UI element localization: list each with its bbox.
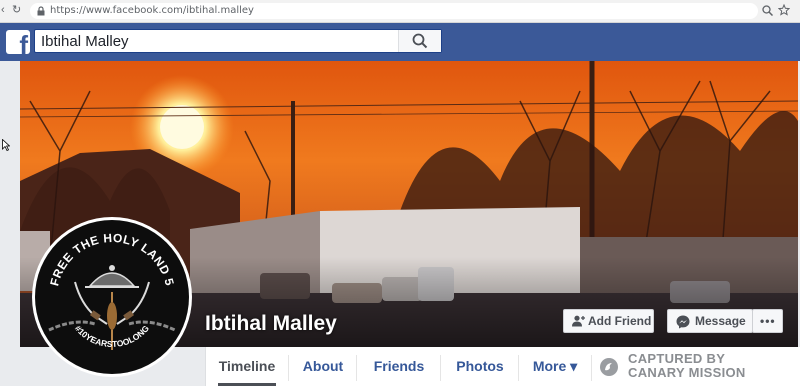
mouse-cursor-icon bbox=[2, 139, 10, 151]
address-bar[interactable]: https://www.facebook.com/ibtihal.malley bbox=[30, 3, 758, 19]
url-text: https://www.facebook.com/ibtihal.malley bbox=[50, 5, 254, 16]
reload-icon[interactable]: ↻ bbox=[12, 3, 21, 17]
add-friend-button[interactable]: Add Friend bbox=[563, 309, 654, 333]
tab-divider bbox=[356, 355, 357, 381]
messenger-icon bbox=[676, 315, 690, 329]
tab-photos-label: Photos bbox=[456, 358, 504, 374]
message-label: Message bbox=[695, 314, 746, 328]
facebook-logo[interactable]: f bbox=[6, 30, 30, 54]
watermark-line-1: CAPTURED BY bbox=[628, 351, 726, 366]
back-arrow-icon[interactable]: ‹ bbox=[1, 3, 5, 17]
add-friend-icon bbox=[572, 315, 585, 327]
tab-divider bbox=[518, 355, 519, 381]
tab-friends-label: Friends bbox=[373, 358, 425, 374]
tab-timeline[interactable]: Timeline bbox=[206, 347, 288, 386]
canary-mission-icon bbox=[600, 358, 618, 376]
tab-more[interactable]: More ▾ bbox=[520, 347, 590, 386]
tab-more-label: More ▾ bbox=[532, 358, 578, 374]
tab-timeline-label: Timeline bbox=[218, 358, 276, 374]
tab-divider bbox=[591, 355, 592, 381]
zoom-icon[interactable] bbox=[762, 5, 773, 16]
add-friend-label: Add Friend bbox=[588, 314, 652, 328]
message-button[interactable]: Message bbox=[667, 309, 753, 333]
avatar[interactable]: FREE THE HOLY LAND 5 #10YEARSTOOLONG bbox=[32, 217, 192, 377]
bookmark-star-icon[interactable] bbox=[778, 4, 790, 16]
page-margin bbox=[0, 61, 20, 386]
more-dots-icon: ••• bbox=[760, 314, 776, 328]
free-holy-land-logo: FREE THE HOLY LAND 5 #10YEARSTOOLONG bbox=[35, 220, 189, 374]
search-icon bbox=[412, 33, 428, 49]
tab-about-label: About bbox=[302, 358, 344, 374]
more-options-button[interactable]: ••• bbox=[752, 309, 783, 333]
tab-divider bbox=[440, 355, 441, 381]
tab-about[interactable]: About bbox=[290, 347, 356, 386]
tab-friends[interactable]: Friends bbox=[358, 347, 440, 386]
tab-divider bbox=[288, 355, 289, 381]
watermark-line-2: CANARY MISSION bbox=[628, 365, 746, 380]
profile-name[interactable]: Ibtihal Malley bbox=[205, 311, 337, 337]
search-value[interactable]: Ibtihal Malley bbox=[41, 33, 129, 51]
lock-icon bbox=[37, 6, 45, 16]
facebook-header: f Ibtihal Malley bbox=[0, 23, 800, 61]
profile-tab-bar: Timeline About Friends Photos More ▾ CAP… bbox=[205, 347, 800, 386]
tab-photos[interactable]: Photos bbox=[442, 347, 518, 386]
search-input[interactable]: Ibtihal Malley bbox=[34, 29, 442, 53]
browser-toolbar: ‹ ↻ https://www.facebook.com/ibtihal.mal… bbox=[0, 0, 800, 23]
watermark: CAPTURED BY CANARY MISSION bbox=[628, 352, 746, 380]
search-button[interactable] bbox=[398, 30, 441, 52]
